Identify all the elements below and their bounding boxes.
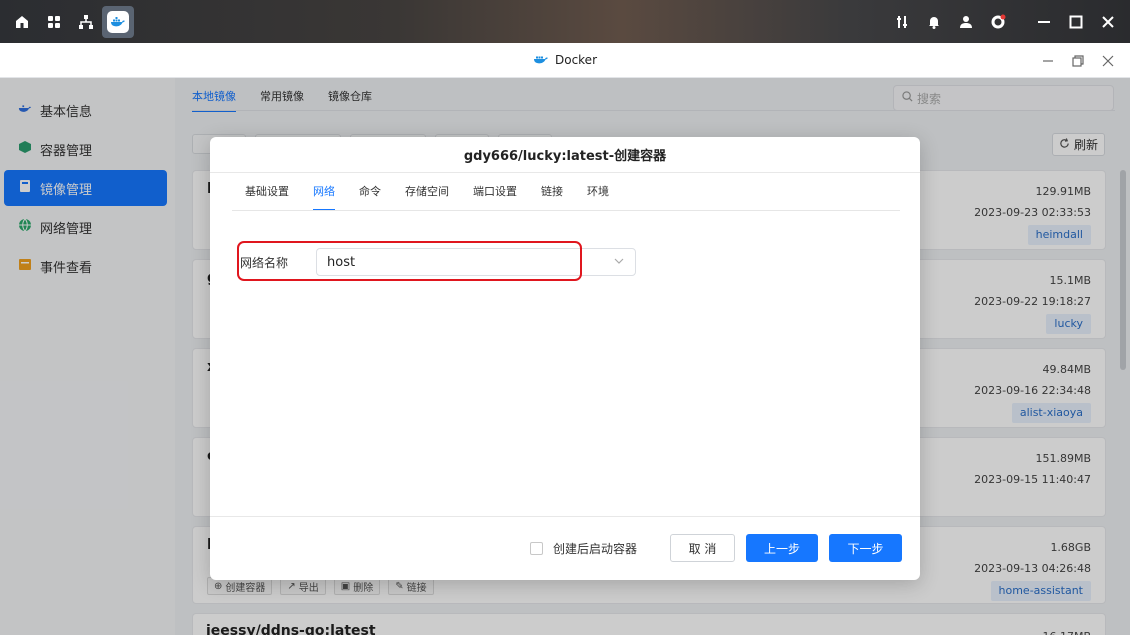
chevron-down-icon xyxy=(613,255,625,271)
minimize-icon[interactable] xyxy=(1028,6,1060,38)
shuffle-icon[interactable] xyxy=(886,6,918,38)
window-title-bar: Docker xyxy=(0,43,1130,78)
user-icon[interactable] xyxy=(950,6,982,38)
close-icon[interactable] xyxy=(1092,6,1124,38)
settings-gear-icon[interactable] xyxy=(982,6,1014,38)
create-container-dialog: gdy666/lucky:latest-创建容器 基础设置 网络 命令 存储空间… xyxy=(210,137,920,580)
dialog-tabs: 基础设置 网络 命令 存储空间 端口设置 链接 环境 xyxy=(245,183,609,211)
window-close-icon[interactable] xyxy=(1098,51,1118,71)
autostart-checkbox[interactable] xyxy=(530,542,543,555)
dialog-tab-divider xyxy=(232,210,900,211)
dialog-footer-divider xyxy=(210,516,920,517)
window-restore-icon[interactable] xyxy=(1068,51,1088,71)
window-title: Docker xyxy=(533,53,597,68)
tab-port-settings[interactable]: 端口设置 xyxy=(473,183,517,211)
docker-logo-icon xyxy=(533,53,549,68)
cancel-button[interactable]: 取 消 xyxy=(670,534,735,562)
bell-icon[interactable] xyxy=(918,6,950,38)
annotation-highlight-box xyxy=(237,241,582,281)
home-icon[interactable] xyxy=(6,6,38,38)
window-minimize-icon[interactable] xyxy=(1038,51,1058,71)
network-tree-icon[interactable] xyxy=(70,6,102,38)
autostart-option[interactable]: 创建后启动容器 xyxy=(530,540,637,557)
tab-links[interactable]: 链接 xyxy=(541,183,563,211)
tab-environment[interactable]: 环境 xyxy=(587,183,609,211)
tab-command[interactable]: 命令 xyxy=(359,183,381,211)
tab-network[interactable]: 网络 xyxy=(313,183,335,211)
tab-basic-settings[interactable]: 基础设置 xyxy=(245,183,289,211)
dialog-title: gdy666/lucky:latest-创建容器 xyxy=(210,137,920,173)
apps-grid-icon[interactable] xyxy=(38,6,70,38)
window-title-text: Docker xyxy=(554,53,598,67)
docker-icon xyxy=(107,10,129,33)
os-taskbar xyxy=(0,0,1130,43)
autostart-label: 创建后启动容器 xyxy=(553,542,638,556)
previous-step-button[interactable]: 上一步 xyxy=(746,534,818,562)
next-step-button[interactable]: 下一步 xyxy=(829,534,902,562)
docker-app-button[interactable] xyxy=(102,5,134,38)
tab-storage[interactable]: 存储空间 xyxy=(405,183,449,211)
maximize-icon[interactable] xyxy=(1060,6,1092,38)
